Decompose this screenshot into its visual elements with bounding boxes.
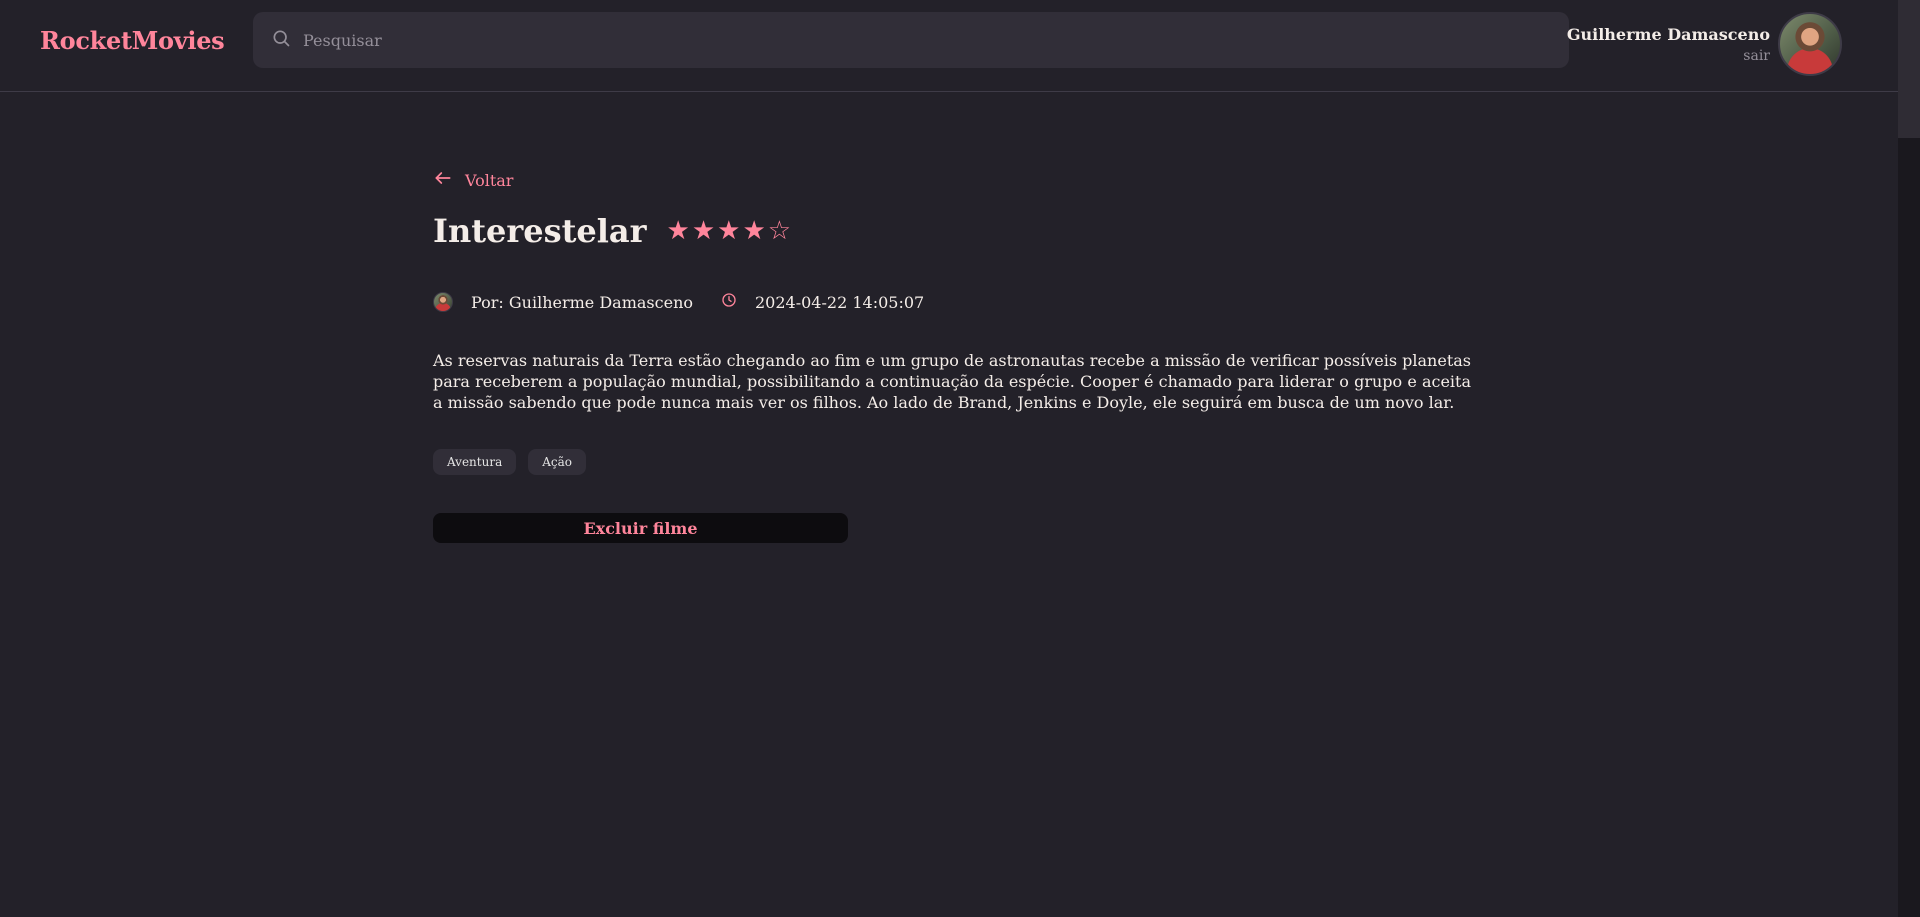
star-icon: ★ [717,216,741,246]
star-outline-icon: ☆ [767,216,792,246]
app-root: RocketMovies Guilherme Damasceno sair [0,0,1920,917]
tag-item: Ação [528,449,586,475]
user-name: Guilherme Damasceno [1566,24,1770,44]
search-bar[interactable] [253,12,1569,68]
search-input[interactable] [303,12,1569,68]
movie-meta: Por: Guilherme Damasceno 2024-04-22 14:0… [433,292,1471,312]
back-label: Voltar [465,170,514,190]
scrollbar-thumb[interactable] [1898,0,1920,138]
title-row: Interestelar ★ ★ ★ ★ ☆ [433,212,1471,250]
back-button[interactable]: Voltar [433,168,513,192]
search-icon [271,28,291,52]
star-icon: ★ [691,216,716,246]
logout-link[interactable]: sair [1567,48,1770,64]
rating-stars: ★ ★ ★ ★ ☆ [667,218,792,244]
user-profile: Guilherme Damasceno sair [1567,12,1842,76]
author-name: Por: Guilherme Damasceno [471,292,693,312]
arrow-left-icon [433,168,465,192]
star-icon: ★ [742,216,766,246]
tag-item: Aventura [433,449,517,475]
movie-details: Voltar Interestelar ★ ★ ★ ★ ☆ Por: Guilh… [433,168,1471,543]
profile-text: Guilherme Damasceno sair [1567,25,1770,64]
delete-movie-button[interactable]: Excluir filme [433,513,848,543]
tag-list: Aventura Ação [433,449,1471,475]
created-datetime: 2024-04-22 14:05:07 [755,292,925,312]
scrollbar-track[interactable] [1898,0,1920,917]
author-avatar [433,292,453,312]
star-icon: ★ [666,216,690,246]
brand-logo[interactable]: RocketMovies [40,26,225,55]
top-header: RocketMovies Guilherme Damasceno sair [0,0,1898,92]
movie-synopsis: As reservas naturais da Terra estão cheg… [433,351,1471,412]
clock-icon [693,292,737,312]
movie-title: Interestelar [433,212,647,250]
avatar[interactable] [1778,12,1842,76]
